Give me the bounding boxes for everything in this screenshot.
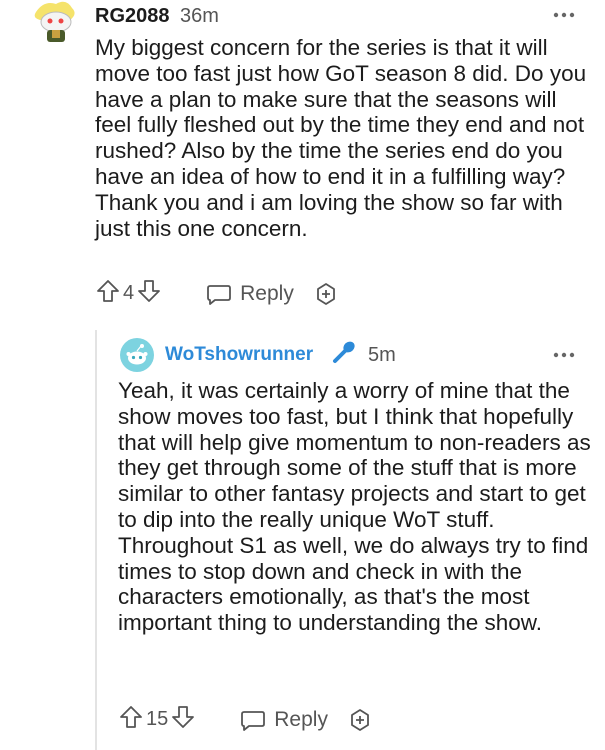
add-award-icon bbox=[351, 708, 369, 731]
vote-count: 4 bbox=[123, 282, 135, 304]
add-award-icon bbox=[316, 282, 335, 305]
upvote-icon[interactable] bbox=[118, 704, 144, 735]
reply-actions: 15 Reply bbox=[118, 704, 372, 735]
reply-timestamp: 5m bbox=[368, 344, 396, 366]
reply-body: Yeah, it was certainly a worry of mine t… bbox=[118, 378, 591, 636]
reply-username[interactable]: WoTshowrunner bbox=[165, 344, 313, 366]
reply-button[interactable]: Reply bbox=[240, 708, 328, 732]
reply-label: Reply bbox=[240, 281, 294, 305]
speech-bubble-icon bbox=[241, 710, 266, 731]
speech-bubble-icon bbox=[207, 284, 232, 305]
comment-actions: 4 Reply bbox=[95, 278, 338, 309]
comment-username[interactable]: RG2088 bbox=[95, 5, 170, 28]
upvote-icon[interactable] bbox=[95, 278, 121, 309]
award-button[interactable] bbox=[348, 708, 372, 732]
reply-button[interactable]: Reply bbox=[206, 282, 294, 306]
more-options-icon[interactable] bbox=[553, 346, 575, 364]
thread-line[interactable] bbox=[95, 330, 97, 750]
microphone-icon bbox=[330, 338, 358, 371]
vote-count: 15 bbox=[146, 708, 169, 730]
more-options-icon[interactable] bbox=[553, 6, 575, 24]
avatar[interactable] bbox=[30, 0, 80, 44]
reply-label: Reply bbox=[274, 707, 328, 731]
avatar[interactable] bbox=[120, 338, 154, 372]
downvote-icon[interactable] bbox=[136, 278, 162, 309]
downvote-icon[interactable] bbox=[170, 704, 196, 735]
award-button[interactable] bbox=[314, 282, 338, 306]
comment-body: My biggest concern for the series is tha… bbox=[95, 35, 587, 241]
comment-timestamp: 36m bbox=[180, 5, 219, 27]
snoo-avatar-icon bbox=[120, 338, 154, 372]
snoo-avatar-icon bbox=[34, 1, 75, 42]
